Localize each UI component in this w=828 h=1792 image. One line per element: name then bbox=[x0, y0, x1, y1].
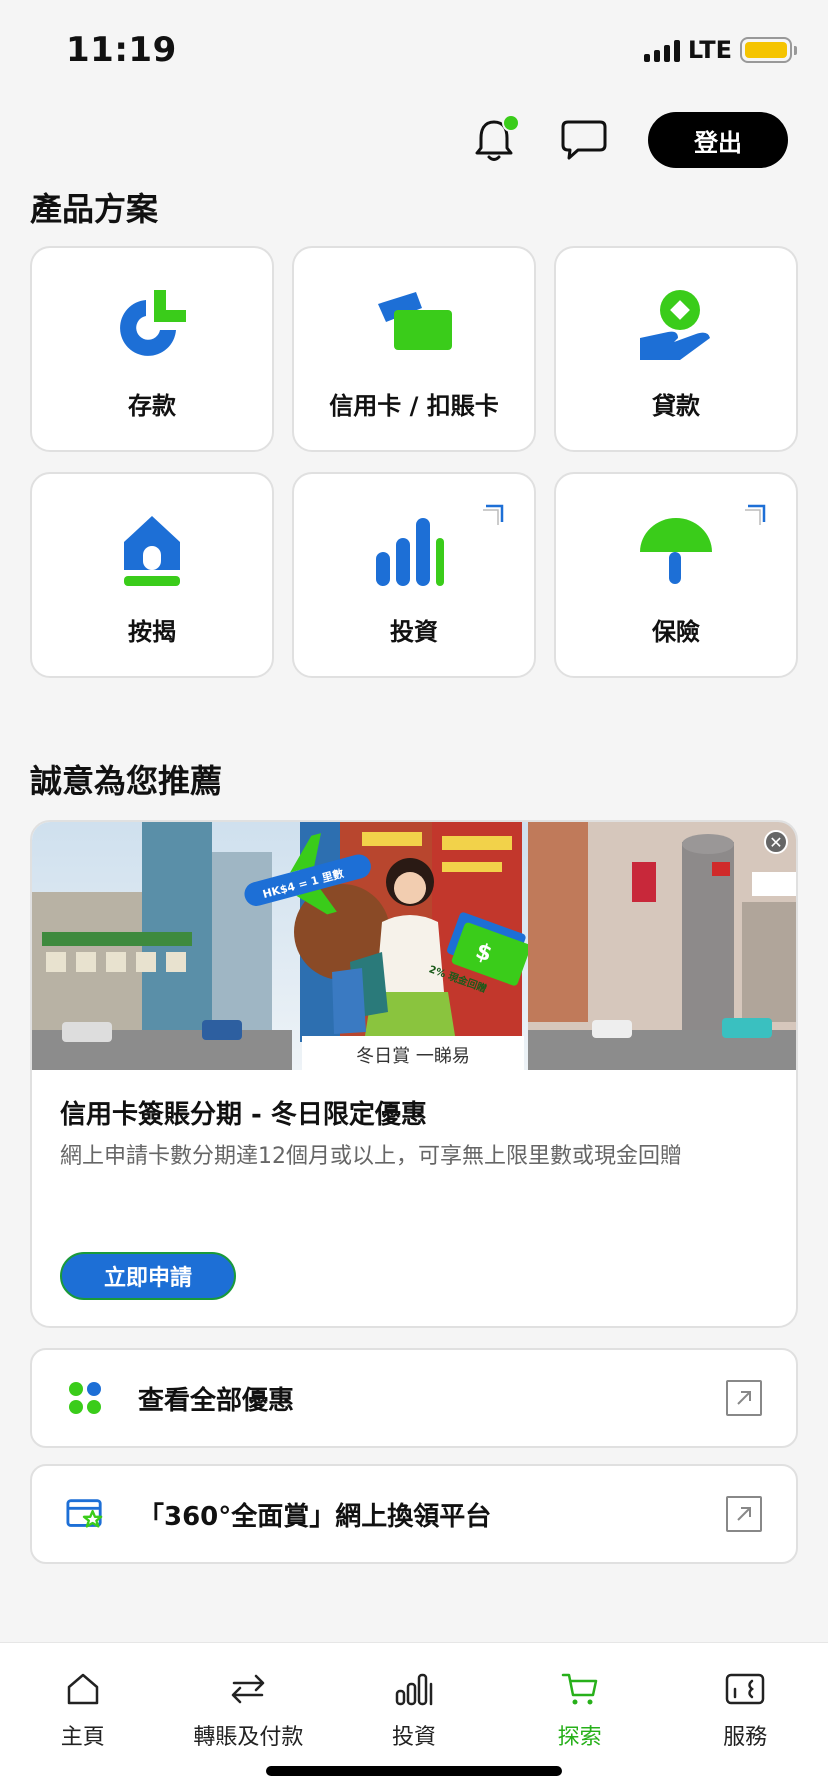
close-icon[interactable]: ✕ bbox=[764, 830, 788, 854]
all-offers-link[interactable]: 查看全部優惠 bbox=[30, 1348, 798, 1448]
external-link-icon bbox=[726, 1496, 762, 1532]
product-label: 保險 bbox=[652, 618, 700, 646]
link-label: 「360°全面賞」網上換領平台 bbox=[138, 1501, 492, 1532]
logout-button[interactable]: 登出 bbox=[648, 112, 788, 168]
home-indicator bbox=[266, 1766, 562, 1776]
bar-chart-icon bbox=[392, 1667, 436, 1711]
recommend-title: 誠意為您推薦 bbox=[30, 762, 223, 800]
home-icon bbox=[61, 1667, 105, 1711]
product-grid: 存款 信用卡 / 扣賬卡 貸款 按揭 投資 保險 bbox=[30, 246, 798, 678]
reward-card-icon bbox=[66, 1495, 104, 1533]
tab-label: 主頁 bbox=[60, 1725, 105, 1750]
signal-icon bbox=[643, 38, 680, 62]
product-card-debit[interactable]: 信用卡 / 扣賬卡 bbox=[292, 246, 536, 452]
card-icon bbox=[372, 282, 456, 366]
banner-caption: 冬日賞 一睇易 bbox=[356, 1046, 470, 1067]
product-label: 信用卡 / 扣賬卡 bbox=[329, 392, 499, 420]
chat-icon bbox=[561, 120, 607, 160]
product-label: 投資 bbox=[390, 618, 438, 646]
promo-card[interactable]: HK$4 = 1 里數 $ 2% 現金回贈 冬日賞 一睇易 ✕ 信用卡簽賬分期 … bbox=[30, 820, 798, 1328]
product-label: 存款 bbox=[128, 392, 176, 420]
grid-dots-icon bbox=[66, 1379, 104, 1417]
promo-banner-image: HK$4 = 1 里數 $ 2% 現金回贈 冬日賞 一睇易 ✕ bbox=[32, 822, 796, 1070]
status-indicators: LTE bbox=[643, 36, 797, 64]
insurance-icon bbox=[634, 508, 718, 592]
cart-icon bbox=[558, 1667, 602, 1711]
apply-now-button[interactable]: 立即申請 bbox=[60, 1252, 236, 1300]
products-title: 產品方案 bbox=[30, 190, 159, 228]
tab-label: 投資 bbox=[391, 1725, 436, 1750]
product-label: 貸款 bbox=[652, 392, 700, 420]
tab-label: 探索 bbox=[557, 1725, 602, 1750]
tab-label: 服務 bbox=[723, 1725, 768, 1750]
notification-button[interactable] bbox=[468, 114, 520, 166]
investment-icon bbox=[372, 508, 456, 592]
product-mortgage[interactable]: 按揭 bbox=[30, 472, 274, 678]
product-loan[interactable]: 貸款 bbox=[554, 246, 798, 452]
notification-badge bbox=[502, 114, 520, 132]
wallet-icon bbox=[723, 1667, 767, 1711]
external-corner-icon bbox=[483, 504, 504, 525]
status-bar: 11:19 LTE bbox=[0, 0, 828, 100]
product-label: 按揭 bbox=[128, 618, 176, 646]
tab-home[interactable]: 主頁 bbox=[0, 1643, 166, 1792]
promo-title: 信用卡簽賬分期 - 冬日限定優惠 bbox=[60, 1100, 427, 1130]
battery-icon bbox=[740, 37, 797, 63]
network-type: LTE bbox=[687, 36, 732, 64]
link-label: 查看全部優惠 bbox=[138, 1385, 295, 1416]
mortgage-icon bbox=[110, 508, 194, 592]
product-insurance[interactable]: 保險 bbox=[554, 472, 798, 678]
product-investment[interactable]: 投資 bbox=[292, 472, 536, 678]
external-link-icon bbox=[726, 1380, 762, 1416]
transfer-icon bbox=[226, 1667, 270, 1711]
tab-services[interactable]: 服務 bbox=[662, 1643, 828, 1792]
promo-description: 網上申請卡數分期達12個月或以上，可享無上限里數或現金回贈 bbox=[60, 1144, 682, 1169]
rewards-platform-link[interactable]: 「360°全面賞」網上換領平台 bbox=[30, 1464, 798, 1564]
deposit-icon bbox=[110, 282, 194, 366]
tab-label: 轉賬及付款 bbox=[193, 1725, 304, 1750]
product-deposit[interactable]: 存款 bbox=[30, 246, 274, 452]
top-actions: 登出 bbox=[468, 112, 788, 168]
loan-icon bbox=[634, 282, 718, 366]
external-corner-icon bbox=[745, 504, 766, 525]
status-time: 11:19 bbox=[66, 30, 177, 70]
message-button[interactable] bbox=[558, 114, 610, 166]
